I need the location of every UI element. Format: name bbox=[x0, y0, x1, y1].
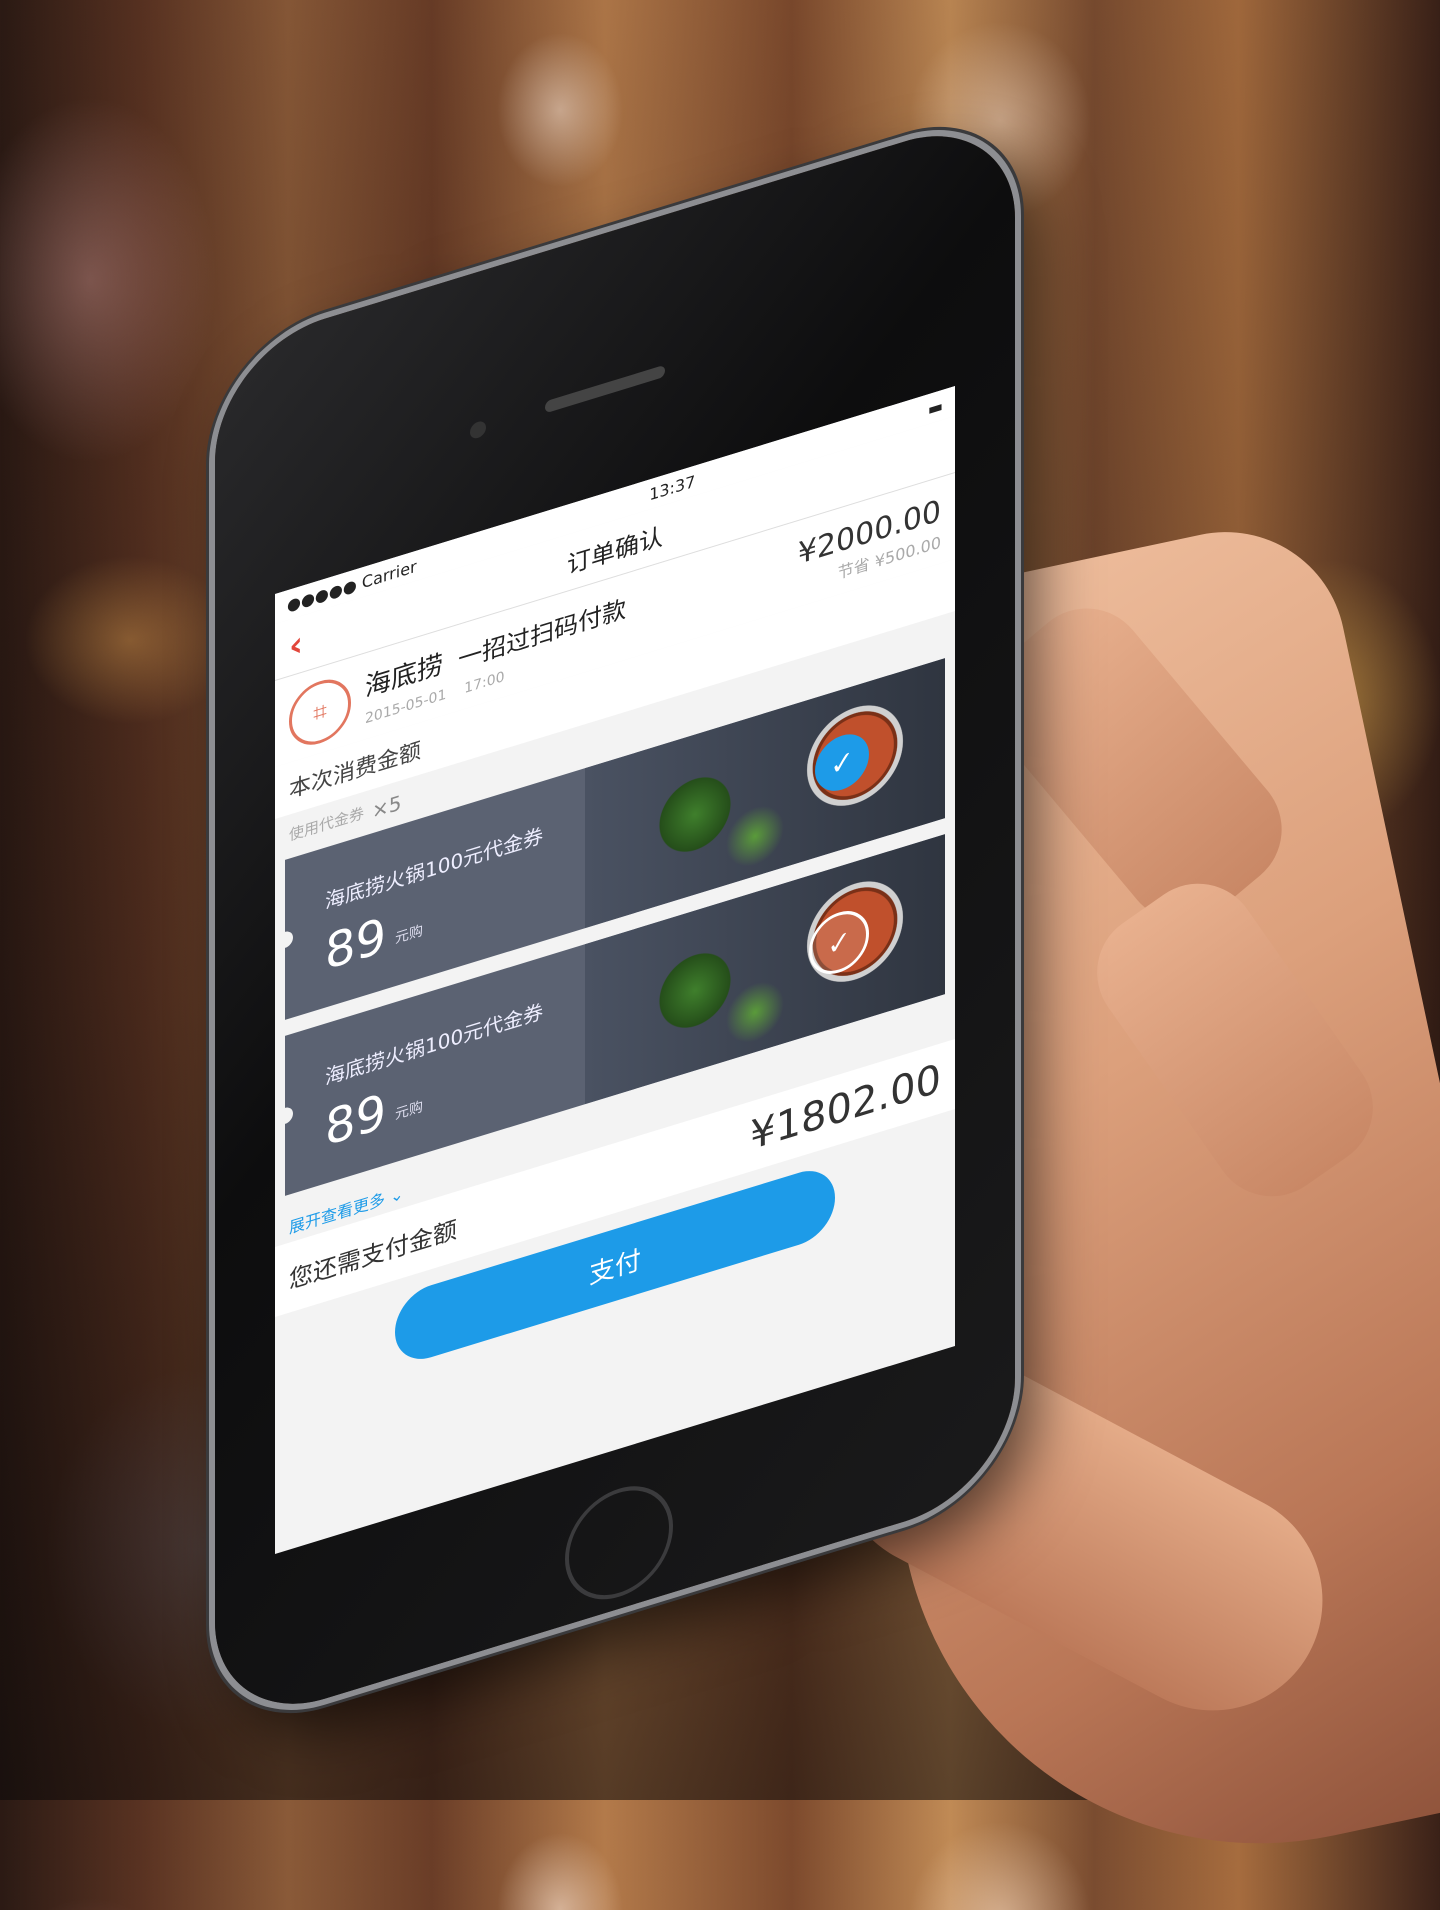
coupon-count: ×5 bbox=[372, 790, 402, 824]
coupon-notch bbox=[285, 1105, 293, 1127]
chevron-down-icon: ⌄ bbox=[390, 1183, 404, 1207]
front-camera bbox=[470, 419, 486, 441]
coupon-price: 89 bbox=[325, 906, 387, 982]
coupon-unit: 元购 bbox=[395, 922, 423, 948]
chevron-left-icon: ‹ bbox=[289, 623, 304, 668]
phone: ●●●●● Carrier 13:37 ▬ ‹ 订单确认 ⌗ 海底捞 一招过扫码… bbox=[215, 107, 1015, 1733]
battery-icon: ▬ bbox=[927, 395, 943, 419]
earpiece bbox=[545, 364, 665, 414]
scan-icon: ⌗ bbox=[289, 671, 351, 753]
coupon-title: 海底捞火锅100元代金券 bbox=[325, 998, 544, 1090]
app-screen: ●●●●● Carrier 13:37 ▬ ‹ 订单确认 ⌗ 海底捞 一招过扫码… bbox=[275, 386, 955, 1554]
coupon-notch bbox=[285, 929, 293, 951]
coupon-unit: 元购 bbox=[395, 1098, 423, 1124]
back-button[interactable]: ‹ bbox=[289, 623, 303, 667]
home-button[interactable] bbox=[565, 1472, 673, 1614]
coupon-price: 89 bbox=[325, 1082, 387, 1158]
order-time: 17:00 bbox=[464, 668, 505, 698]
saving-label: 节省 bbox=[837, 554, 870, 583]
